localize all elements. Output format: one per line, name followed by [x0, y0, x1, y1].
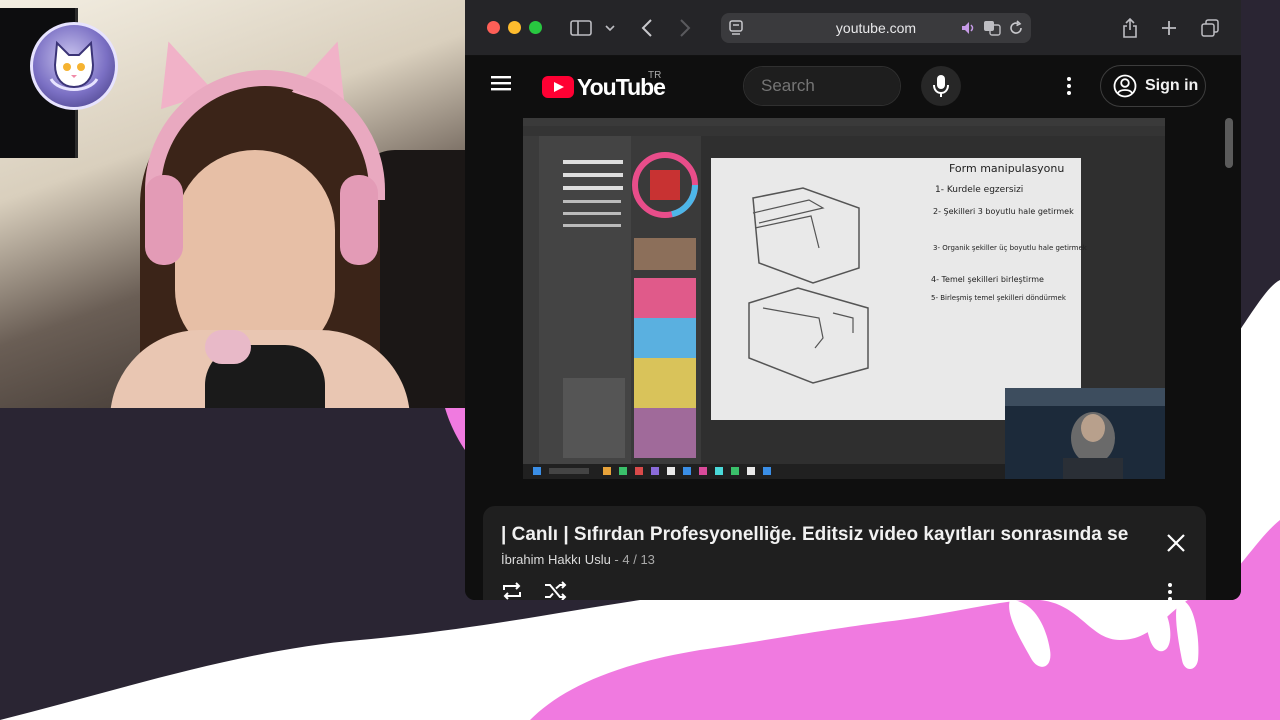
notes-line: 2- Şekilleri 3 boyutlu hale getirmek — [933, 207, 1074, 216]
headset-cup-left — [145, 175, 183, 265]
youtube-header: YouTube TR Sign in — [465, 56, 1241, 116]
playlist-title[interactable]: | Canlı | Sıfırdan Profesyonelliğe. Edit… — [501, 524, 1147, 546]
close-window-button[interactable] — [487, 21, 500, 34]
reload-icon[interactable] — [1009, 20, 1023, 41]
close-icon[interactable] — [1165, 532, 1189, 556]
translate-icon[interactable] — [983, 20, 1001, 41]
headset-mic — [205, 330, 251, 364]
youtube-page: YouTube TR Sign in — [465, 56, 1241, 600]
headset-cup-right — [340, 175, 378, 265]
cat-logo-icon — [30, 22, 118, 110]
playlist-channel[interactable]: İbrahim Hakkı Uslu — [501, 552, 611, 567]
back-icon[interactable] — [637, 16, 657, 40]
new-tab-icon[interactable] — [1159, 16, 1179, 40]
shuffle-icon[interactable] — [543, 580, 569, 600]
scrollbar[interactable] — [1225, 118, 1233, 168]
browser-window: youtube.com YouTube TR Search Sign in Fo… — [465, 0, 1241, 600]
share-icon[interactable] — [1120, 16, 1140, 40]
voice-search-button[interactable] — [921, 66, 961, 106]
region-code: TR — [648, 70, 662, 81]
video-frame: Form manipulasyonu 1- Kurdele egzersizi … — [523, 118, 1165, 479]
search-input[interactable] — [744, 67, 900, 105]
playlist-position: 4 / 13 — [622, 552, 655, 567]
search-box — [743, 66, 901, 106]
notes-line: 4- Temel şekilleri birleştirme — [931, 275, 1044, 284]
speaker-icon[interactable] — [961, 21, 977, 40]
browser-toolbar: youtube.com — [465, 0, 1241, 56]
notes-line: 3- Organik şekiller üç boyutlu hale geti… — [933, 244, 1088, 252]
zoom-window-button[interactable] — [529, 21, 542, 34]
sign-in-label: Sign in — [1145, 77, 1199, 94]
youtube-logo[interactable]: YouTube TR — [542, 70, 666, 100]
address-bar[interactable]: youtube.com — [721, 13, 1031, 43]
notes-title: Form manipulasyonu — [949, 162, 1064, 175]
more-options-icon[interactable] — [1059, 74, 1079, 98]
notes-line: 1- Kurdele egzersizi — [935, 185, 1023, 195]
forward-icon[interactable] — [675, 16, 695, 40]
video-player[interactable]: Form manipulasyonu 1- Kurdele egzersizi … — [523, 118, 1165, 479]
minimize-window-button[interactable] — [508, 21, 521, 34]
playlist-separator: - — [610, 552, 623, 567]
chevron-down-icon[interactable] — [603, 16, 617, 40]
sidebar-icon[interactable] — [569, 16, 593, 40]
playlist-meta: İbrahim Hakkı Uslu - 4 / 13 — [501, 552, 655, 567]
loop-icon[interactable] — [500, 580, 526, 600]
playlist-more-icon[interactable] — [1167, 582, 1187, 600]
playlist-panel: | Canlı | Sıfırdan Profesyonelliğe. Edit… — [483, 506, 1206, 600]
notes-line: 5- Birleşmiş temel şekilleri döndürmek — [931, 294, 1067, 302]
tab-overview-icon[interactable] — [1199, 16, 1221, 40]
account-icon — [1113, 74, 1137, 98]
sign-in-button[interactable]: Sign in — [1100, 65, 1206, 107]
hamburger-menu-icon[interactable] — [489, 73, 519, 99]
youtube-play-icon — [542, 76, 574, 98]
microphone-icon — [933, 75, 949, 97]
